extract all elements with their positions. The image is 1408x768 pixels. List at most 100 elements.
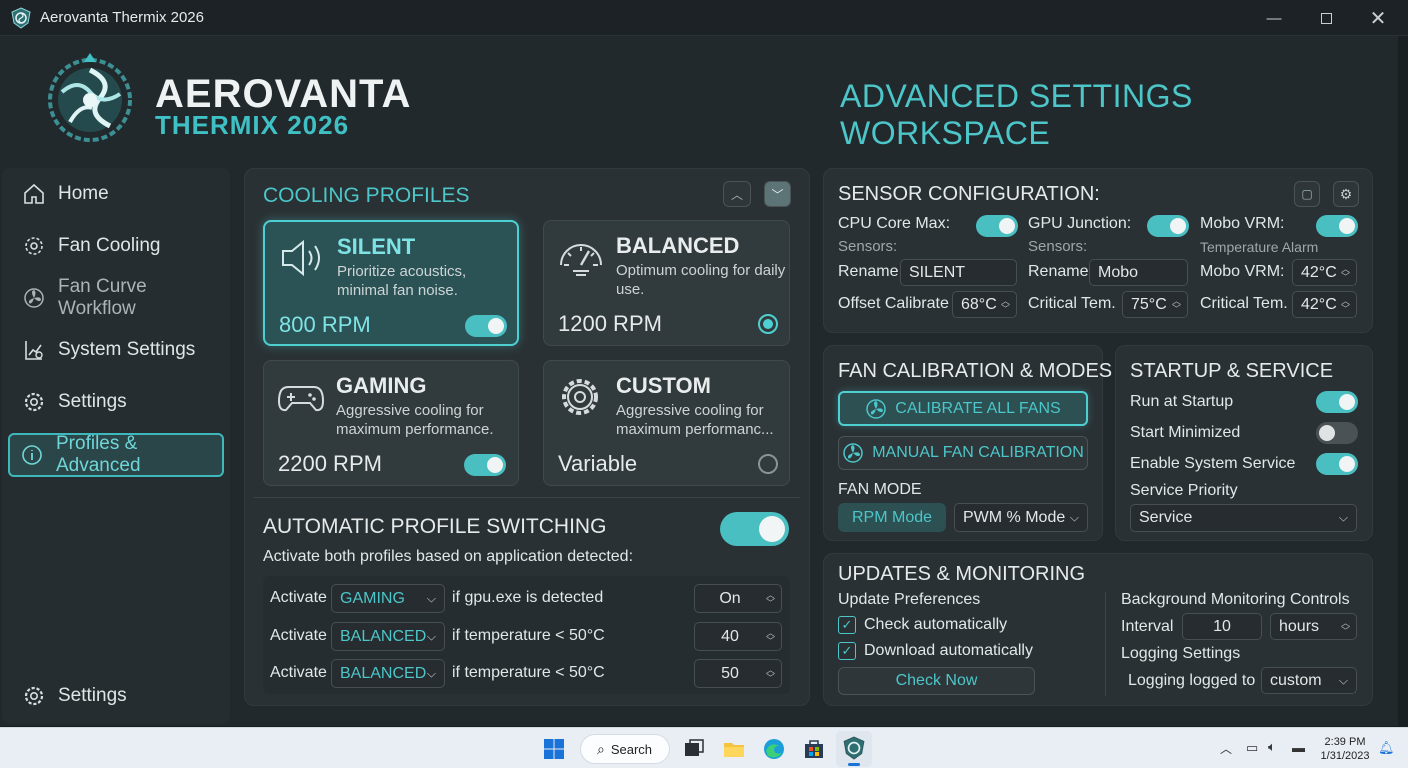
- critical-value: 42°C: [1301, 295, 1337, 313]
- chevron-up-icon[interactable]: ︿: [1220, 740, 1232, 757]
- rename-value: Mobo: [1098, 263, 1139, 281]
- battery-icon[interactable]: ▬: [1292, 740, 1305, 755]
- run-at-startup-toggle[interactable]: [1316, 391, 1358, 413]
- rule-condition: if gpu.exe is detected: [452, 589, 604, 606]
- rule-condition: if temperature < 50°C: [452, 627, 605, 644]
- sensor-mobo-critical-stepper[interactable]: 42°C ︿ ﹀: [1292, 291, 1357, 318]
- stepper-icon: ︿ ﹀: [1340, 295, 1350, 314]
- sensor-cpu-toggle[interactable]: [976, 215, 1018, 237]
- auto-switch-title: AUTOMATIC PROFILE SWITCHING: [263, 515, 607, 538]
- sidebar-item-fan-cooling[interactable]: Fan Cooling: [12, 224, 224, 268]
- sensor-mobo-sub: Temperature Alarm: [1200, 239, 1319, 255]
- start-minimized-label: Start Minimized: [1130, 424, 1241, 441]
- sidebar-item-settings[interactable]: Settings: [12, 380, 224, 424]
- service-priority-select[interactable]: Service ⌵: [1130, 504, 1357, 532]
- profile-toggle[interactable]: [465, 315, 507, 337]
- calibrate-all-fans-button[interactable]: CALIBRATE ALL FANS: [838, 391, 1088, 426]
- profile-card-gaming[interactable]: GAMING Aggressive cooling for maximum pe…: [263, 360, 519, 486]
- interval-unit-stepper[interactable]: hours ︿ ﹀: [1270, 613, 1357, 640]
- profile-card-balanced[interactable]: BALANCED Optimum cooling for daily use. …: [543, 220, 790, 346]
- interval-value: 10: [1213, 617, 1231, 635]
- sidebar-item-profiles-advanced[interactable]: Profiles & Advanced: [8, 433, 224, 477]
- clock[interactable]: 2:39 PM 1/31/2023: [1318, 735, 1372, 763]
- updates-title: UPDATES & MONITORING: [838, 563, 1086, 585]
- info-icon: [22, 445, 42, 465]
- file-explorer-icon[interactable]: [722, 737, 746, 761]
- search-icon: ⌕: [597, 740, 605, 757]
- cooling-profiles-title: COOLING PROFILES: [263, 184, 470, 207]
- speaker-icon: [282, 239, 320, 277]
- fan-mode-label: FAN MODE: [838, 481, 922, 498]
- network-icon[interactable]: ▭: [1246, 740, 1258, 756]
- enable-service-toggle[interactable]: [1316, 453, 1358, 475]
- mobo-vrm-value: 42°C: [1301, 263, 1337, 281]
- sidebar-item-fan-curve[interactable]: Fan Curve Workflow: [12, 276, 224, 320]
- profile-description: Prioritize acoustics, minimal fan noise.: [337, 263, 467, 299]
- download-automatically-checkbox[interactable]: ✓: [838, 642, 856, 660]
- close-button[interactable]: ✕: [1350, 0, 1406, 36]
- check-automatically-checkbox[interactable]: ✓: [838, 616, 856, 634]
- minimize-button[interactable]: —: [1246, 0, 1302, 36]
- scroll-down-button[interactable]: ﹀: [764, 181, 791, 207]
- manual-fan-calibration-button[interactable]: MANUAL FAN CALIBRATION: [838, 436, 1088, 470]
- taskbar: ⌕ Search ︿ ▭ 🔈︎ ▬ 2:39 PM 1/31/2023 🔔︎: [0, 727, 1408, 768]
- sensor-settings-button[interactable]: ⚙: [1333, 181, 1359, 207]
- chevron-down-icon: ⌵: [426, 591, 436, 605]
- profile-toggle[interactable]: [464, 454, 506, 476]
- profile-card-silent[interactable]: SILENT Prioritize acoustics, minimal fan…: [263, 220, 519, 346]
- interval-input[interactable]: 10: [1182, 613, 1262, 640]
- stepper-icon: ︿ ﹀: [765, 627, 775, 646]
- pwm-mode-select[interactable]: PWM % Mode ⌵: [954, 503, 1088, 532]
- rule-prefix: Activate: [270, 627, 327, 644]
- sensor-cpu-rename-input[interactable]: SILENT: [900, 259, 1017, 286]
- sensor-cpu-offset-stepper[interactable]: 68°C ︿ ﹀: [952, 291, 1017, 318]
- check-now-button[interactable]: Check Now: [838, 667, 1035, 695]
- scroll-up-button[interactable]: ︿: [723, 181, 751, 207]
- start-minimized-toggle[interactable]: [1316, 422, 1358, 444]
- rpm-mode-label: RPM Mode: [851, 508, 933, 526]
- taskbar-app-active[interactable]: [836, 731, 872, 767]
- window-title: Aerovanta Thermix 2026: [40, 9, 204, 26]
- sensor-gpu-critical-stepper[interactable]: 75°C ︿ ﹀: [1122, 291, 1188, 318]
- sensor-mobo-vrm-stepper[interactable]: 42°C ︿ ﹀: [1292, 259, 1357, 286]
- calibrate-all-label: CALIBRATE ALL FANS: [895, 399, 1061, 417]
- notification-bell-icon[interactable]: 🔔︎: [1378, 740, 1395, 756]
- taskbar-search[interactable]: ⌕ Search: [580, 734, 670, 764]
- sensor-gpu-rename-input[interactable]: Mobo: [1089, 259, 1188, 286]
- windows-start-icon[interactable]: [542, 737, 566, 761]
- store-icon[interactable]: [802, 737, 826, 761]
- profile-radio[interactable]: [758, 314, 778, 334]
- logged-to-select[interactable]: custom ⌵: [1261, 667, 1357, 694]
- task-view-icon[interactable]: [682, 737, 706, 761]
- sensor-gpu-toggle[interactable]: [1147, 215, 1189, 237]
- volume-icon[interactable]: 🔈︎: [1268, 739, 1276, 755]
- sidebar-item-label: Settings: [58, 391, 127, 412]
- rule-profile-select[interactable]: BALANCED ⌵: [331, 622, 445, 651]
- app-logo-icon: [843, 736, 865, 760]
- sensor-chip-button[interactable]: ▢: [1294, 181, 1320, 207]
- logged-to-label: Logging logged to: [1128, 672, 1256, 689]
- rule-value: 40: [721, 627, 739, 645]
- sidebar: Home Fan Cooling Fan Curve Workflow Syst…: [2, 168, 230, 724]
- profile-card-custom[interactable]: CUSTOM Aggressive cooling for maximum pe…: [543, 360, 790, 486]
- profile-radio[interactable]: [758, 454, 778, 474]
- sensor-mobo-toggle[interactable]: [1316, 215, 1358, 237]
- edge-browser-icon[interactable]: [762, 737, 786, 761]
- rpm-mode-button[interactable]: RPM Mode: [838, 503, 946, 532]
- clock-time: 2:39 PM: [1324, 736, 1366, 748]
- stepper-icon: ︿ ﹀: [1340, 617, 1350, 636]
- fan-icon: [843, 443, 863, 463]
- update-prefs-label: Update Preferences: [838, 591, 981, 608]
- sidebar-footer-settings[interactable]: Settings: [12, 674, 224, 718]
- sidebar-item-home[interactable]: Home: [12, 172, 224, 216]
- rule-value-stepper[interactable]: On ︿ ﹀: [694, 584, 782, 613]
- auto-switch-toggle[interactable]: [720, 512, 789, 546]
- rule-value-stepper[interactable]: 50 ︿ ﹀: [694, 659, 782, 688]
- rule-value-stepper[interactable]: 40 ︿ ﹀: [694, 622, 782, 651]
- rule-profile-select[interactable]: BALANCED ⌵: [331, 659, 445, 688]
- offset-value: 68°C: [961, 295, 997, 313]
- rule-profile-select[interactable]: GAMING ⌵: [331, 584, 445, 613]
- critical-label: Critical Tem.: [1200, 295, 1288, 312]
- maximize-button[interactable]: [1298, 0, 1354, 36]
- sidebar-item-system-settings[interactable]: System Settings: [12, 328, 224, 372]
